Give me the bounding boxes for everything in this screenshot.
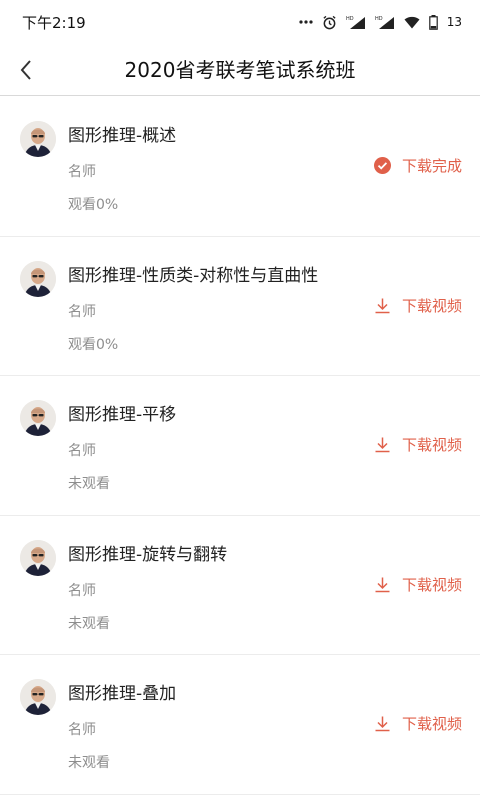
lesson-teacher: 名师 [68, 443, 96, 459]
status-bar: 下午2:19 HD HD 13 [0, 0, 480, 44]
avatar [20, 260, 56, 297]
download-video-button[interactable]: 下载视频 [374, 434, 462, 455]
hd-signal-icon: HD [375, 15, 395, 29]
lesson-item[interactable]: 图形推理-旋转与翻转 名师 未观看 下载视频 [0, 516, 480, 655]
avatar [20, 121, 56, 157]
battery-level: 13 [446, 15, 462, 29]
download-video-button[interactable]: 下载视频 [374, 295, 462, 316]
chevron-left-icon [20, 60, 31, 80]
battery-icon [428, 14, 438, 30]
svg-text:HD: HD [375, 16, 383, 22]
lesson-title: 图形推理-叠加 [68, 684, 177, 704]
lesson-progress: 观看0% [68, 336, 119, 353]
download-icon [374, 436, 392, 454]
lesson-progress: 未观看 [68, 615, 110, 632]
status-icons: HD HD 13 [299, 14, 462, 30]
avatar [20, 400, 56, 436]
action-label: 下载视频 [401, 436, 462, 454]
avatar [20, 679, 56, 715]
download-icon [374, 575, 392, 593]
lesson-item[interactable]: 图形推理-叠加 名师 未观看 下载视频 [0, 655, 480, 795]
lesson-teacher: 名师 [68, 303, 96, 320]
lesson-item[interactable]: 图形推理-性质类-对称性与直曲性 名师 观看0% 下载视频 [0, 237, 480, 376]
action-label: 下载视频 [401, 575, 462, 594]
alarm-icon [322, 15, 337, 30]
nav-bar: 2020省考联考笔试系统班 [0, 44, 480, 96]
lesson-progress: 未观看 [68, 476, 110, 492]
download-icon [374, 296, 392, 314]
check-circle-icon [374, 157, 392, 175]
download-complete-button[interactable]: 下载完成 [374, 155, 462, 176]
page-title: 2020省考联考笔试系统班 [124, 58, 356, 82]
action-label: 下载视频 [401, 715, 462, 733]
lesson-item[interactable]: 图形推理-概述 名师 观看0% 下载完成 [0, 97, 480, 237]
download-video-button[interactable]: 下载视频 [374, 574, 462, 595]
lesson-teacher: 名师 [68, 164, 96, 180]
lesson-progress: 观看0% [68, 197, 119, 213]
lesson-title: 图形推理-旋转与翻转 [68, 544, 228, 565]
svg-text:HD: HD [346, 16, 354, 22]
lesson-title: 图形推理-平移 [68, 405, 177, 425]
back-button[interactable] [10, 54, 42, 86]
lesson-teacher: 名师 [68, 722, 96, 738]
lesson-progress: 未观看 [68, 755, 110, 771]
lesson-teacher: 名师 [68, 582, 96, 599]
hd-signal-icon: HD [346, 15, 366, 29]
lesson-list: 图形推理-概述 名师 观看0% 下载完成 图形推理-性质类-对称性与直曲性 名师… [0, 97, 480, 795]
action-label: 下载完成 [401, 157, 462, 175]
action-label: 下载视频 [401, 296, 462, 315]
download-icon [374, 715, 392, 733]
avatar [20, 539, 56, 576]
lesson-title: 图形推理-性质类-对称性与直曲性 [68, 265, 319, 286]
lesson-item[interactable]: 图形推理-平移 名师 未观看 下载视频 [0, 376, 480, 516]
lesson-title: 图形推理-概述 [68, 126, 177, 146]
wifi-icon [404, 16, 420, 29]
status-time: 下午2:19 [22, 13, 86, 32]
download-video-button[interactable]: 下载视频 [374, 713, 462, 734]
more-dots-icon [299, 20, 313, 24]
